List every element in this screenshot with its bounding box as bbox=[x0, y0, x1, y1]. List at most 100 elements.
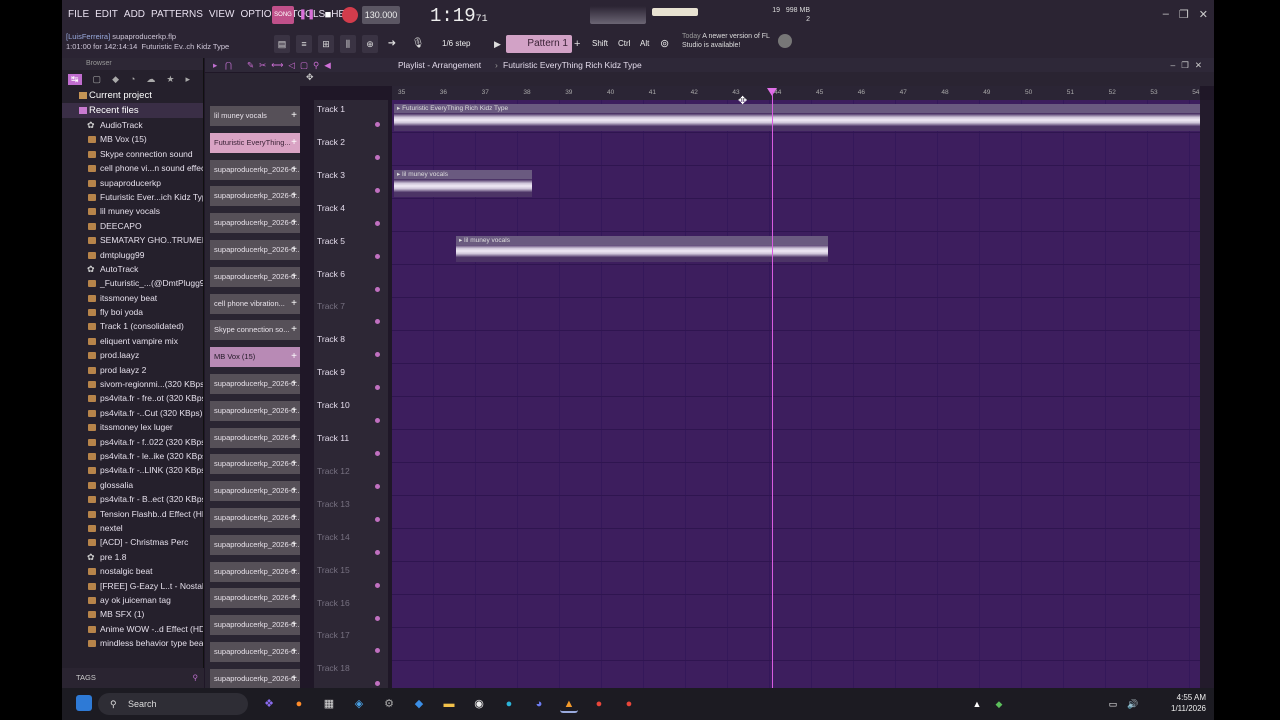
track-header[interactable]: Track 8 bbox=[317, 330, 387, 363]
arrow-icon[interactable]: ▸ bbox=[186, 74, 191, 85]
track-enable-dot[interactable] bbox=[375, 615, 380, 621]
track-header[interactable]: Track 7 bbox=[317, 297, 387, 330]
track-enable-dot[interactable] bbox=[375, 220, 380, 226]
recent-file-item[interactable]: lil muney vocals bbox=[62, 204, 203, 218]
pattern-clip-item[interactable]: supaproducerkp_2026-0... + bbox=[210, 481, 300, 502]
mic-icon[interactable]: 🎙 bbox=[410, 35, 426, 53]
track-enable-dot[interactable] bbox=[375, 681, 380, 687]
add-icon[interactable]: + bbox=[291, 401, 297, 421]
menu-view[interactable]: VIEW bbox=[209, 9, 235, 20]
settings-icon[interactable]: ⚙ bbox=[380, 695, 398, 713]
add-icon[interactable]: + bbox=[291, 160, 297, 180]
taskbar-search[interactable]: ⚲ Search bbox=[98, 693, 248, 715]
recent-file-item[interactable]: fly boi yoda bbox=[62, 305, 203, 319]
pattern-clip-item[interactable]: supaproducerkp_2026-0... + bbox=[210, 454, 300, 475]
magnet-icon[interactable]: ⋂ bbox=[225, 58, 232, 72]
pattern-clip-item[interactable]: supaproducerkp_2026-0... + bbox=[210, 374, 300, 394]
add-icon[interactable]: + bbox=[291, 428, 297, 448]
track-enable-dot[interactable] bbox=[375, 385, 380, 391]
tag-search-icon[interactable]: ⚲ bbox=[193, 668, 199, 688]
add-pattern-button[interactable]: + bbox=[574, 35, 586, 53]
online-icon[interactable]: ⊚ bbox=[660, 35, 676, 53]
tempo-display[interactable]: 130.000 bbox=[362, 6, 400, 24]
recent-file-item[interactable]: Futuristic Ever...ich Kidz Type bbox=[62, 190, 203, 204]
plugin-icon[interactable]: ⊕ bbox=[362, 35, 378, 53]
playlist-icon[interactable]: ▤ bbox=[274, 35, 290, 53]
menu-edit[interactable]: EDIT bbox=[95, 9, 118, 20]
tool-icons[interactable]: ✎✂⟷◁▢⚲◀ bbox=[247, 58, 336, 72]
track-enable-dot[interactable] bbox=[375, 582, 380, 588]
pattern-clip-item[interactable]: supaproducerkp_2026-0... + bbox=[210, 508, 300, 528]
audio-clip[interactable]: ▸ Futuristic EveryThing Rich Kidz Type bbox=[394, 104, 1200, 131]
pattern-clip-item[interactable]: supaproducerkp_2026-0... + bbox=[210, 266, 300, 287]
discord-icon[interactable]: ◕ bbox=[530, 695, 548, 713]
recent-file-item[interactable]: ✿ pre 1.8 bbox=[62, 550, 203, 564]
recent-file-item[interactable]: prod.laayz bbox=[62, 348, 203, 362]
pattern-clip-item[interactable]: supaproducerkp_2026-0... + bbox=[210, 240, 300, 260]
track-enable-dot[interactable] bbox=[375, 549, 380, 555]
alt-key[interactable]: Alt bbox=[640, 35, 654, 53]
add-icon[interactable]: + bbox=[291, 454, 297, 474]
audio-clip[interactable]: ▸ lil muney vocals bbox=[394, 169, 532, 197]
pattern-clip-item[interactable]: cell phone vibration... + bbox=[210, 293, 300, 314]
track-header[interactable]: Track 18 bbox=[317, 659, 387, 688]
cloud-icon[interactable]: ☁ bbox=[146, 74, 155, 85]
stop-button[interactable]: ■ bbox=[319, 6, 337, 24]
add-icon[interactable]: + bbox=[291, 240, 297, 260]
tags-bar[interactable]: TAGS ⚲ bbox=[62, 668, 204, 688]
recent-file-item[interactable]: Skype connection sound bbox=[62, 147, 203, 161]
vscode-icon[interactable]: ◆ bbox=[410, 695, 428, 713]
recent-file-item[interactable]: glossalia bbox=[62, 478, 203, 492]
add-icon[interactable]: + bbox=[291, 642, 297, 662]
obs-icon[interactable]: ◉ bbox=[470, 695, 488, 713]
mute-all-icon[interactable]: ✥ bbox=[306, 72, 314, 83]
playlist-arrow-icon[interactable]: ▸ bbox=[213, 58, 217, 72]
pattern-selector[interactable]: Pattern 1 bbox=[506, 35, 572, 53]
recent-file-item[interactable]: Track 1 (consolidated) bbox=[62, 319, 203, 333]
recent-file-item[interactable]: ps4vita.fr - le..ike (320 KBps) bbox=[62, 449, 203, 463]
system-clock[interactable]: 4:55 AM 1/11/2026 bbox=[1171, 692, 1206, 714]
track-header[interactable]: Track 10 bbox=[317, 396, 387, 429]
recent-file-item[interactable]: [ACD] - Christmas Perc bbox=[62, 535, 203, 549]
pattern-clip-item[interactable]: supaproducerkp_2026-0... + bbox=[210, 615, 300, 636]
recent-file-item[interactable]: ps4vita.fr -..Cut (320 KBps) bbox=[62, 406, 203, 420]
recent-file-item[interactable]: ✿ AudioTrack bbox=[62, 118, 203, 132]
track-header[interactable]: Track 13 bbox=[317, 495, 387, 528]
recent-file-item[interactable]: itssmoney lex luger bbox=[62, 420, 203, 434]
add-icon[interactable]: + bbox=[291, 508, 297, 528]
recent-file-item[interactable]: [FREE] G-Eazy L..t - Nostalgic bbox=[62, 579, 203, 593]
track-enable-dot[interactable] bbox=[375, 648, 380, 654]
recent-file-item[interactable]: ps4vita.fr - f..022 (320 KBps) bbox=[62, 435, 203, 449]
playlist-window-controls[interactable]: –❐✕ bbox=[1171, 58, 1208, 72]
piano-roll-icon[interactable]: ≡ bbox=[296, 35, 312, 53]
arrangement-name[interactable]: Futuristic EveryThing Rich Kidz Type bbox=[503, 58, 642, 72]
track-enable-dot[interactable] bbox=[375, 122, 380, 127]
recent-file-item[interactable]: dmtplugg99 bbox=[62, 248, 203, 262]
mixer-icon[interactable]: ⫼ bbox=[340, 35, 356, 53]
song-mode-toggle[interactable]: SONG bbox=[272, 6, 294, 24]
recent-file-item[interactable]: ps4vita.fr - B..ect (320 KBps) bbox=[62, 492, 203, 506]
volume-icon[interactable]: 🔊 bbox=[1124, 695, 1142, 713]
recent-file-item[interactable]: nextel bbox=[62, 521, 203, 535]
network-icon[interactable]: ▭ bbox=[1104, 695, 1122, 713]
track-header[interactable]: Track 14 bbox=[317, 528, 387, 561]
add-icon[interactable]: + bbox=[291, 347, 297, 367]
track-header[interactable]: Track 16 bbox=[317, 594, 387, 627]
pattern-clip-item[interactable]: supaproducerkp_2026-0... + bbox=[210, 534, 300, 555]
pattern-clip-item[interactable]: MB Vox (15) + bbox=[210, 347, 300, 368]
pattern-clip-item[interactable]: supaproducerkp_2026-0... + bbox=[210, 668, 300, 688]
windows-start-icon[interactable] bbox=[76, 695, 92, 711]
recent-file-item[interactable]: mindless behavior type beat bbox=[62, 636, 203, 650]
menu-file[interactable]: FILE bbox=[68, 9, 89, 20]
chrome-profile-icon[interactable]: ● bbox=[620, 695, 638, 713]
news-panel[interactable]: Today A newer version of FL Studio is av… bbox=[682, 32, 782, 56]
add-icon[interactable]: + bbox=[291, 562, 297, 582]
recent-file-item[interactable]: _Futuristic_...(@DmtPlugg99) bbox=[62, 276, 203, 290]
recent-file-item[interactable]: Anime WOW -..d Effect (HD) bbox=[62, 622, 203, 636]
track-enable-dot[interactable] bbox=[375, 319, 380, 325]
recent-file-item[interactable]: itssmoney beat bbox=[62, 291, 203, 305]
add-icon[interactable]: + bbox=[291, 133, 297, 153]
file-explorer-icon[interactable]: ▬ bbox=[440, 695, 458, 713]
recent-files-folder[interactable]: Recent files bbox=[62, 103, 203, 118]
pattern-clip-item[interactable]: lil muney vocals + bbox=[210, 106, 300, 126]
